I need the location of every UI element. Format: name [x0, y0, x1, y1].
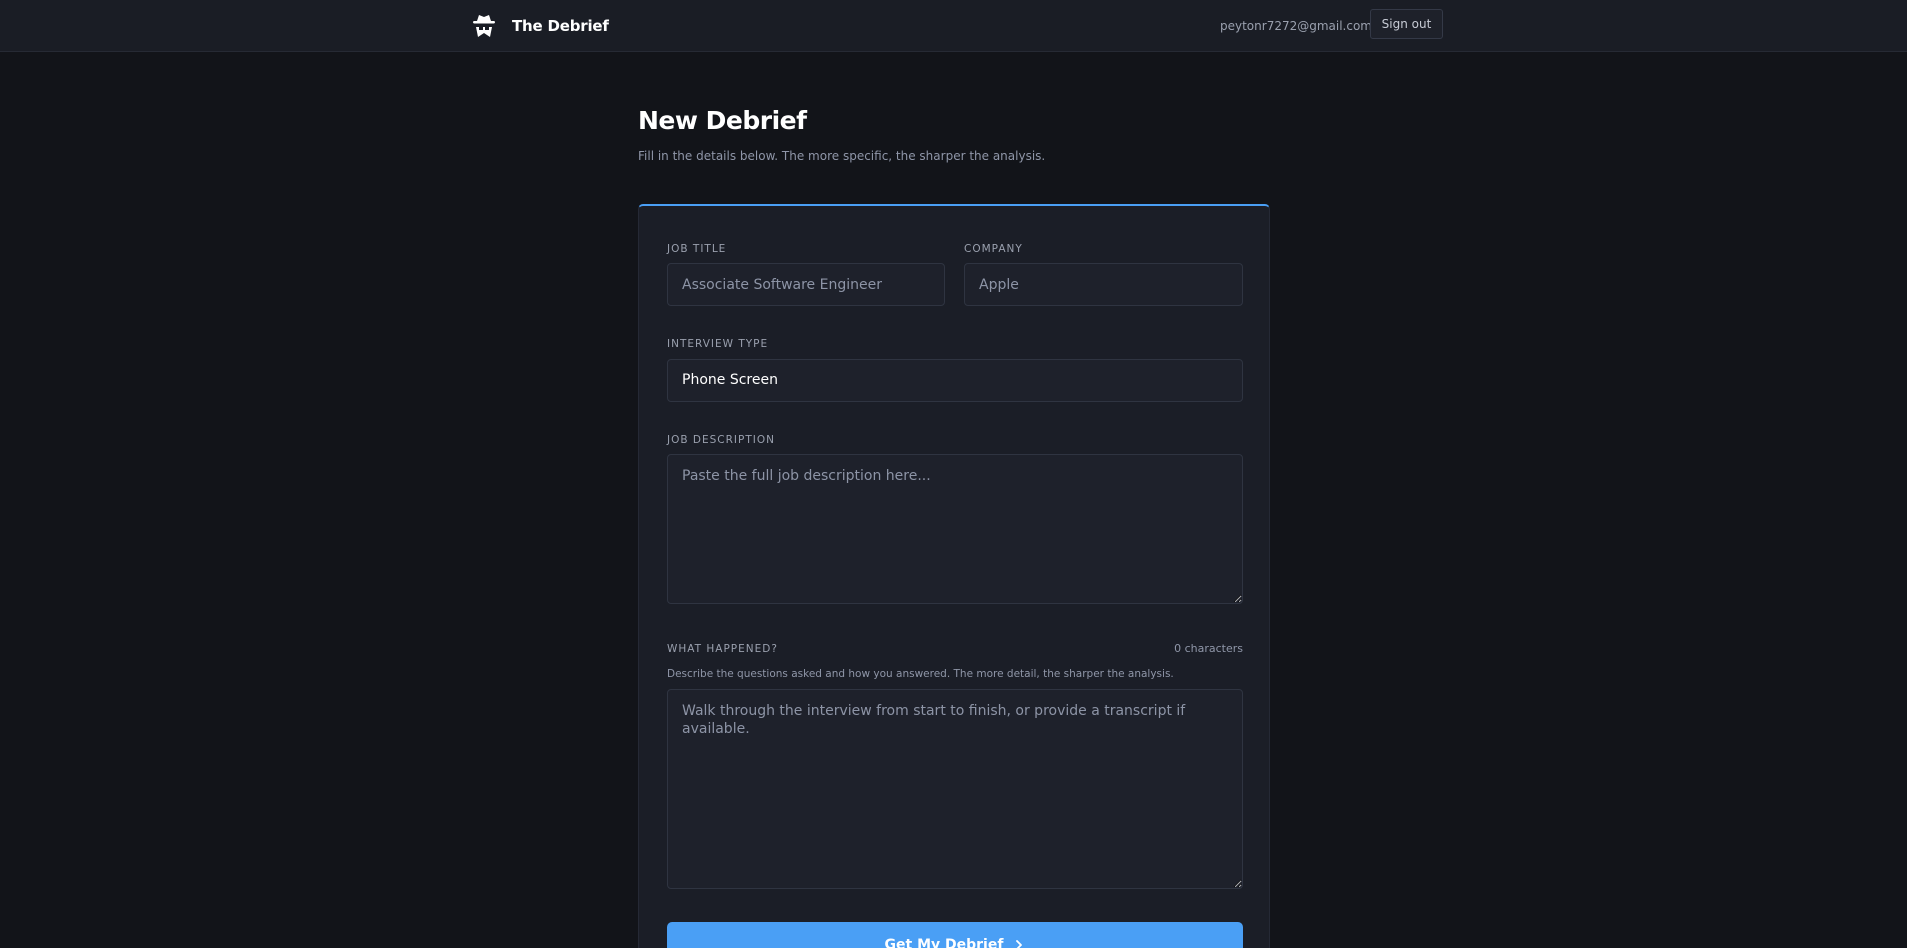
- what-happened-label: WHAT HAPPENED?: [667, 643, 778, 655]
- brand[interactable]: The Debrief: [470, 11, 609, 41]
- top-navigation-bar: The Debrief peytonr7272@gmail.com Sign o…: [0, 0, 1907, 52]
- get-my-debrief-label: Get My Debrief: [884, 937, 1004, 948]
- character-count: 0 characters: [1174, 642, 1243, 655]
- job-title-label: JOB TITLE: [667, 243, 727, 255]
- brand-name: The Debrief: [512, 17, 609, 35]
- job-title-input[interactable]: [667, 263, 945, 306]
- sign-out-button[interactable]: Sign out: [1370, 9, 1443, 39]
- get-my-debrief-button[interactable]: Get My Debrief: [667, 922, 1243, 948]
- job-description-label: JOB DESCRIPTION: [667, 434, 775, 446]
- job-description-textarea[interactable]: [667, 454, 1243, 604]
- interview-type-select[interactable]: Phone Screen: [667, 359, 1243, 402]
- company-input[interactable]: [964, 263, 1243, 306]
- company-label: COMPANY: [964, 243, 1023, 255]
- what-happened-textarea[interactable]: [667, 689, 1243, 889]
- page-subtitle: Fill in the details below. The more spec…: [638, 149, 1046, 163]
- user-email: peytonr7272@gmail.com: [1220, 19, 1372, 33]
- debrief-form-card: JOB TITLE COMPANY INTERVIEW TYPE Phone S…: [638, 204, 1270, 948]
- spy-incognito-icon: [473, 15, 495, 37]
- chevron-right-icon: [1016, 940, 1023, 948]
- what-happened-hint: Describe the questions asked and how you…: [667, 668, 1174, 680]
- interview-type-label: INTERVIEW TYPE: [667, 338, 769, 350]
- page-title: New Debrief: [638, 106, 807, 135]
- interview-type-selected: Phone Screen: [682, 372, 778, 388]
